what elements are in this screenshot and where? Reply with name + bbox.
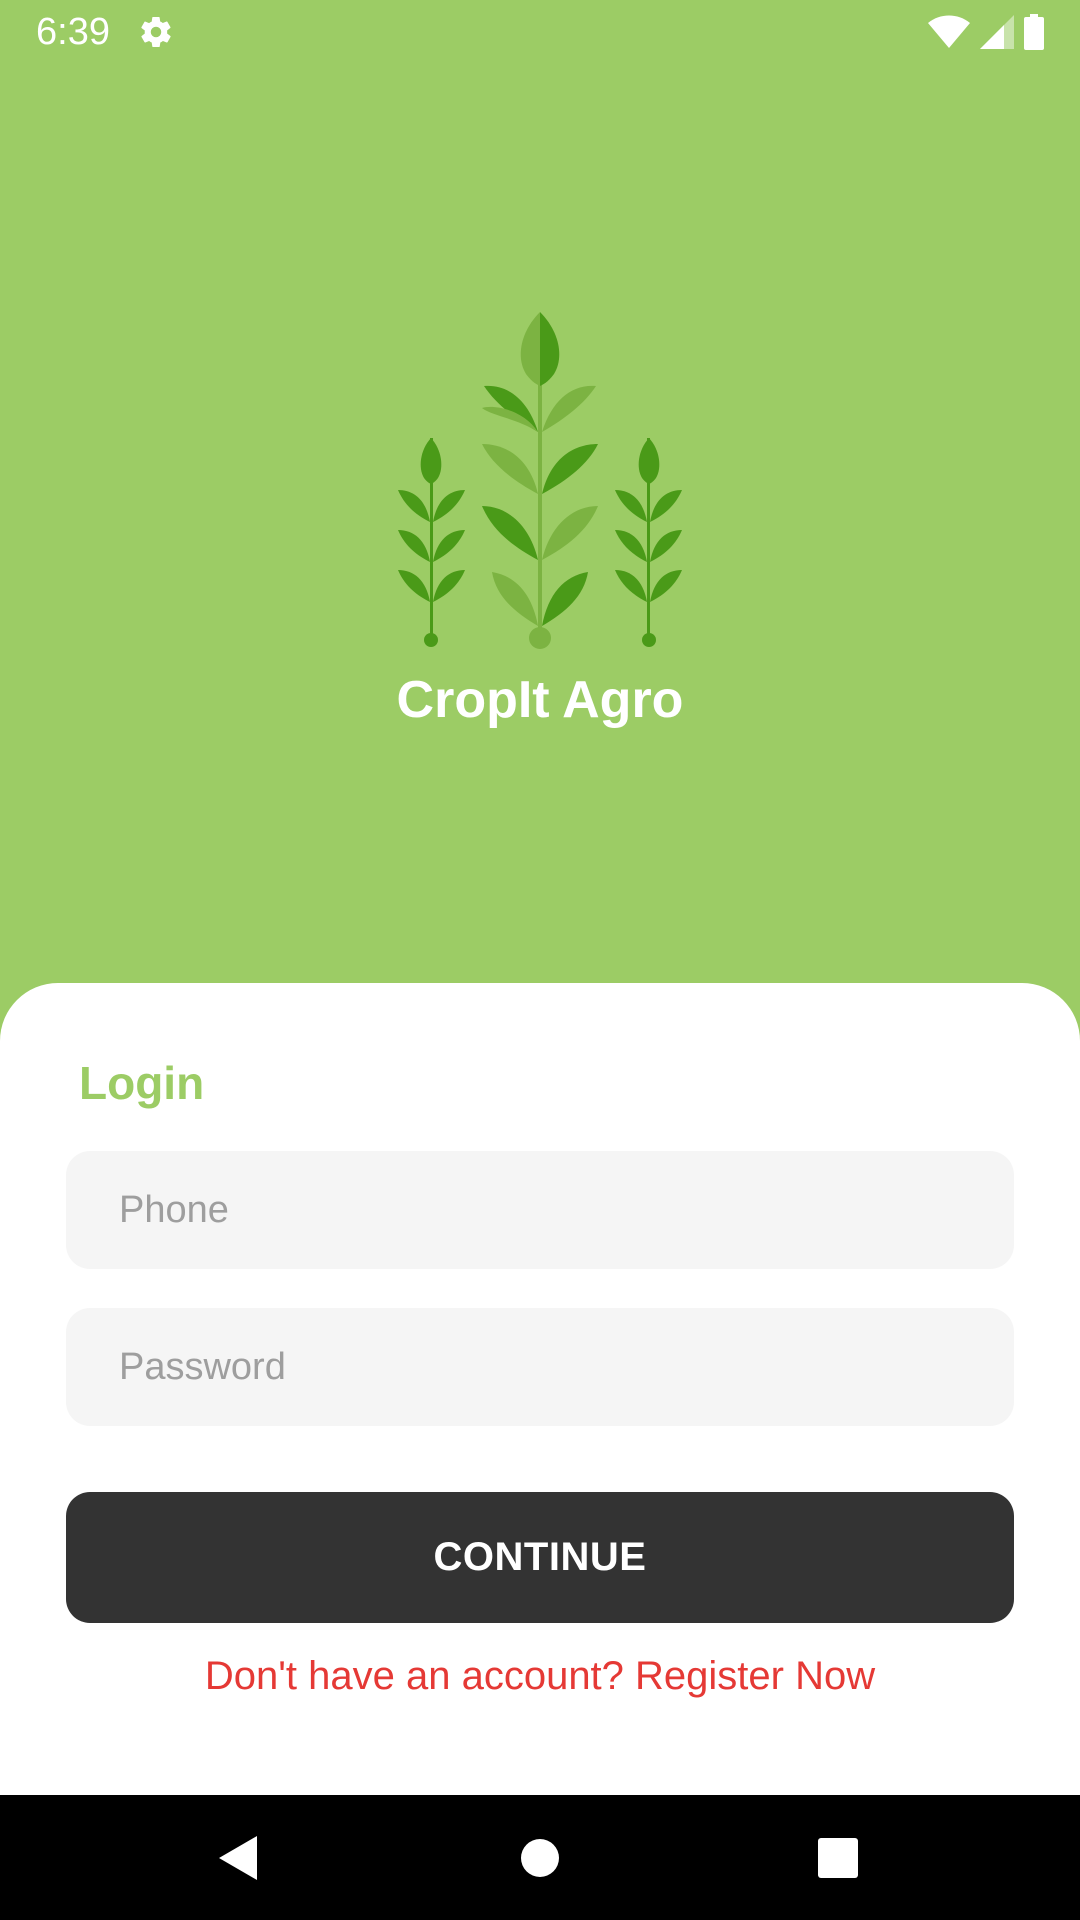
recents-icon: [818, 1838, 858, 1878]
gear-icon: [141, 16, 171, 48]
back-icon: [219, 1836, 257, 1880]
continue-button[interactable]: CONTINUE: [66, 1492, 1014, 1623]
home-button[interactable]: [505, 1823, 575, 1893]
login-screen: 6:39 CropIt Agro Login Phone CONTINUE Do…: [0, 0, 1080, 1920]
recents-button[interactable]: [803, 1823, 873, 1893]
password-field[interactable]: [66, 1308, 1014, 1426]
phone-input[interactable]: [66, 1151, 1014, 1269]
login-title: Login: [79, 1057, 205, 1109]
battery-icon: [1024, 14, 1044, 50]
status-time: 6:39: [36, 11, 110, 53]
signal-icon: [980, 15, 1014, 49]
home-icon: [521, 1839, 559, 1877]
navigation-bar: [0, 1795, 1080, 1920]
wheat-plants-icon: [398, 312, 682, 649]
phone-field[interactable]: [66, 1151, 1014, 1269]
left-stalk: [398, 438, 465, 647]
back-button[interactable]: [204, 1823, 274, 1893]
center-stalk: [482, 312, 598, 649]
right-stalk: [615, 438, 682, 647]
wifi-icon: [928, 15, 970, 48]
status-icons: [928, 14, 1044, 50]
register-link[interactable]: Don't have an account? Register Now: [0, 1650, 1080, 1702]
password-input[interactable]: [66, 1308, 1014, 1426]
status-bar: 6:39: [0, 0, 1080, 64]
app-name: CropIt Agro: [396, 671, 684, 729]
